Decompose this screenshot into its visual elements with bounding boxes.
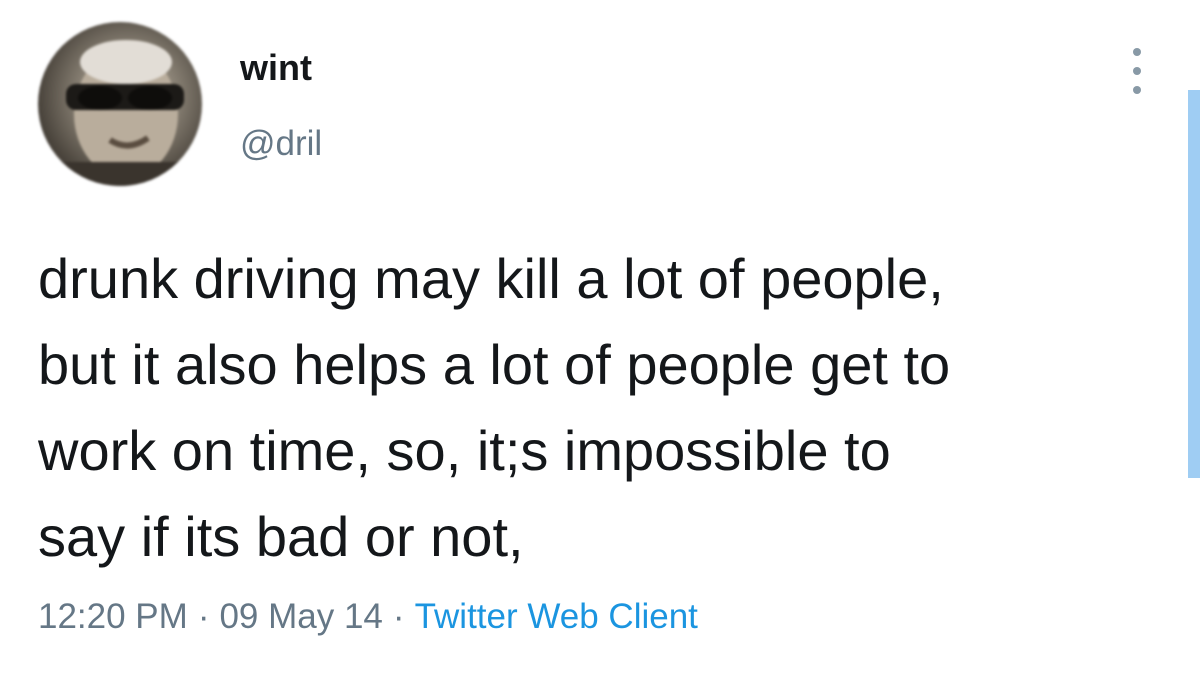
more-vertical-icon bbox=[1133, 48, 1141, 56]
meta-separator: · bbox=[197, 597, 210, 636]
tweet-card: wint @dril drunk driving may kill a lot … bbox=[0, 0, 1200, 673]
tweet-text: drunk driving may kill a lot of people, … bbox=[38, 236, 1178, 580]
more-options-button[interactable] bbox=[1122, 44, 1152, 98]
tweet-text-line: work on time, so, it;s impossible to bbox=[38, 419, 891, 482]
avatar[interactable] bbox=[38, 22, 202, 186]
more-vertical-icon bbox=[1133, 86, 1141, 94]
tweet-time[interactable]: 12:20 PM bbox=[38, 597, 188, 636]
more-vertical-icon bbox=[1133, 67, 1141, 75]
tweet-text-line: drunk driving may kill a lot of people, bbox=[38, 247, 944, 310]
tweet-date[interactable]: 09 May 14 bbox=[219, 597, 382, 636]
display-name[interactable]: wint bbox=[240, 46, 312, 90]
user-handle[interactable]: @dril bbox=[240, 122, 322, 166]
tweet-meta: 12:20 PM · 09 May 14 · Twitter Web Client bbox=[38, 595, 698, 639]
avatar-image bbox=[38, 40, 202, 186]
meta-separator: · bbox=[392, 597, 405, 636]
tweet-source-link[interactable]: Twitter Web Client bbox=[415, 597, 698, 636]
scroll-indicator bbox=[1188, 90, 1200, 478]
tweet-text-line: but it also helps a lot of people get to bbox=[38, 333, 951, 396]
tweet-text-line: say if its bad or not, bbox=[38, 505, 524, 568]
